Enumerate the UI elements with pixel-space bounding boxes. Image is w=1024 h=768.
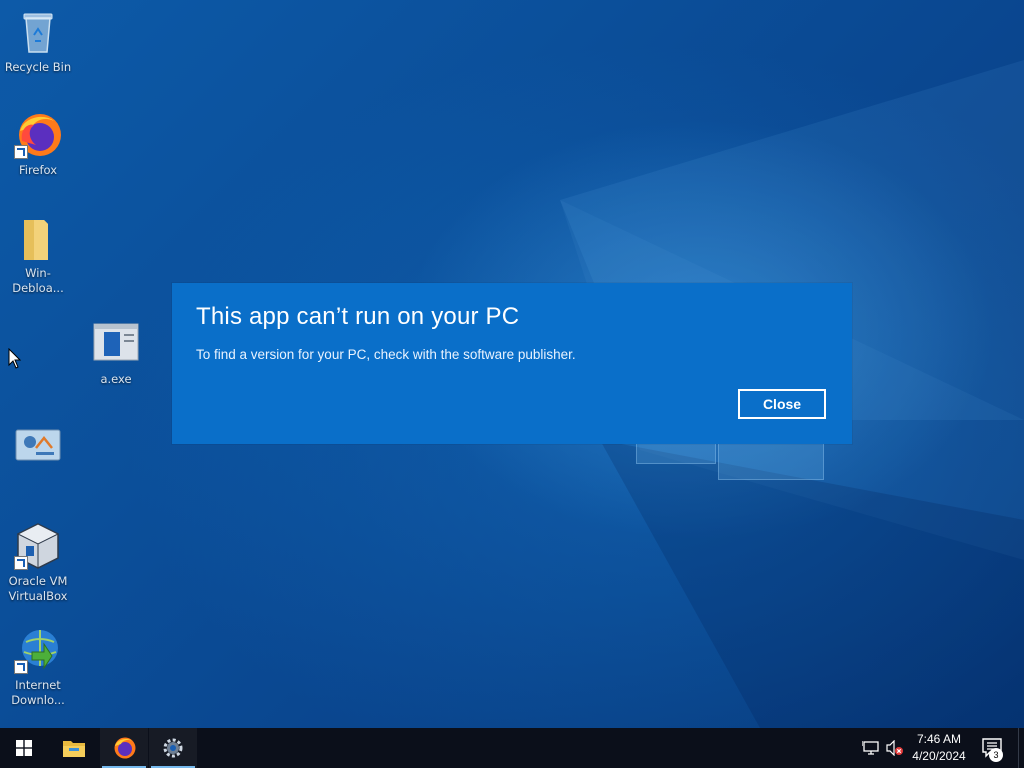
desktop-icon-win-debloat-folder[interactable]: Win-Debloa... bbox=[0, 214, 76, 296]
dialog-message: To find a version for your PC, check wit… bbox=[196, 347, 576, 362]
mouse-cursor-icon bbox=[8, 348, 22, 369]
recycle-bin-icon bbox=[14, 8, 62, 56]
taskbar: 7:46 AM 4/20/2024 bbox=[0, 728, 1024, 768]
desktop-icon-label: Oracle VM VirtualBox bbox=[8, 574, 68, 603]
desktop-icon-label: Recycle Bin bbox=[4, 60, 72, 74]
desktop-icon-virtualbox[interactable]: Oracle VM VirtualBox bbox=[0, 522, 76, 604]
close-button[interactable]: Close bbox=[738, 389, 826, 419]
folder-icon bbox=[63, 741, 85, 757]
notification-count-badge: 3 bbox=[989, 748, 1003, 762]
network-icon[interactable] bbox=[862, 740, 880, 756]
folder-icon bbox=[14, 214, 62, 262]
shortcut-arrow-icon bbox=[14, 556, 28, 570]
desktop-icon-a-exe[interactable]: a.exe bbox=[78, 320, 154, 387]
virtualbox-icon bbox=[14, 522, 62, 570]
firefox-icon bbox=[14, 111, 62, 159]
windows-start-icon bbox=[16, 740, 32, 756]
taskbar-clock[interactable]: 7:46 AM 4/20/2024 bbox=[904, 731, 974, 765]
start-button[interactable] bbox=[0, 728, 48, 768]
taskbar-settings[interactable] bbox=[149, 728, 197, 768]
clock-time: 7:46 AM bbox=[916, 732, 962, 746]
show-desktop-button[interactable] bbox=[1018, 728, 1024, 768]
app-cant-run-dialog: This app can’t run on your PC To find a … bbox=[172, 283, 852, 444]
shortcut-arrow-icon bbox=[14, 145, 28, 159]
gear-icon bbox=[163, 738, 183, 758]
desktop-icon-label: Win-Debloa... bbox=[12, 266, 64, 295]
desktop-icon-control-panel[interactable] bbox=[0, 424, 76, 476]
desktop-icon-recycle-bin[interactable]: Recycle Bin bbox=[0, 8, 76, 75]
desktop-icon-label: Internet Downlo... bbox=[11, 678, 65, 707]
executable-icon bbox=[92, 320, 140, 368]
clock-date: 4/20/2024 bbox=[912, 749, 966, 763]
taskbar-firefox[interactable] bbox=[100, 728, 148, 768]
control-panel-icon bbox=[14, 424, 62, 472]
firefox-icon bbox=[114, 737, 136, 759]
desktop-icon-firefox[interactable]: Firefox bbox=[0, 111, 76, 178]
desktop-icon-label: Firefox bbox=[18, 163, 58, 177]
desktop: Recycle Bin Firefox Win-Debloa... a.exe … bbox=[0, 0, 1024, 728]
wallpaper-windows-logo bbox=[636, 438, 824, 480]
desktop-icon-label: a.exe bbox=[100, 372, 132, 386]
dialog-title: This app can’t run on your PC bbox=[196, 303, 520, 330]
desktop-icon-internet-download-manager[interactable]: Internet Downlo... bbox=[0, 626, 76, 708]
internet-download-manager-icon bbox=[14, 626, 62, 674]
volume-muted-icon[interactable] bbox=[886, 740, 904, 756]
taskbar-file-explorer[interactable] bbox=[50, 728, 98, 768]
shortcut-arrow-icon bbox=[14, 660, 28, 674]
